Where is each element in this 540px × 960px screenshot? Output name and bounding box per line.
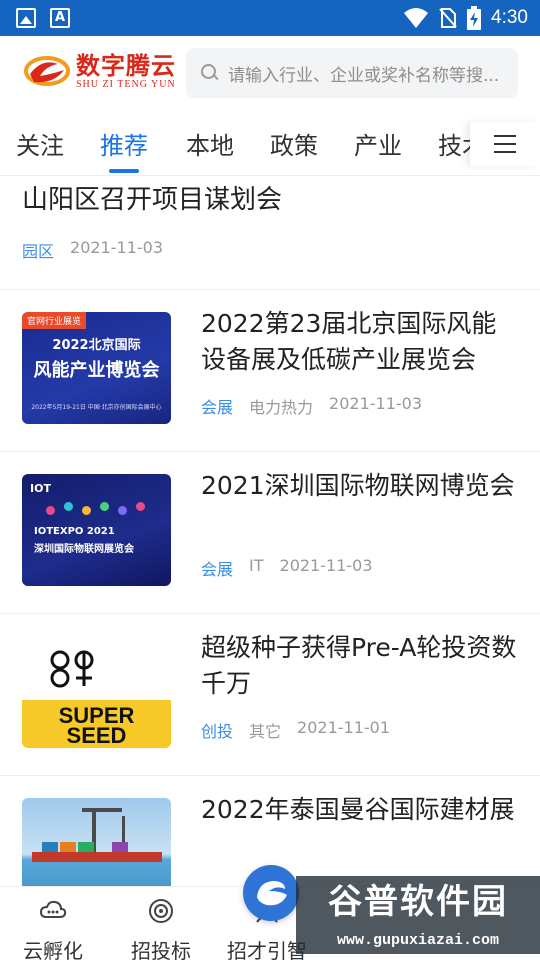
logo-mark-icon [24, 56, 70, 86]
item-date: 2021-11-01 [297, 718, 391, 737]
tab-policy[interactable]: 政策 [270, 126, 318, 161]
tab-label: 招投标 [131, 939, 191, 960]
thumb-line: 2022北京国际 [52, 338, 141, 353]
thumb-line: 风能产业博览会 [33, 360, 160, 381]
image-icon [16, 8, 36, 28]
thumb-logo: IOT [30, 482, 51, 495]
port-photo-icon [32, 808, 162, 862]
target-icon [149, 899, 173, 923]
item-tag: 电力热力 [249, 398, 314, 417]
item-title: 超级种子获得Pre-A轮投资数千万 [201, 633, 517, 698]
item-thumbnail: 官网行业展览 2022北京国际 风能产业博览会 2022年5月19-21日 中国… [22, 312, 171, 424]
search-placeholder: 请输入行业、企业或奖补名称等搜... [228, 65, 500, 86]
item-date: 2021-11-03 [70, 238, 163, 257]
decor-dot [100, 502, 109, 511]
tab-follow[interactable]: 关注 [16, 126, 64, 161]
thumb-line: 深圳国际物联网展览会 [34, 544, 134, 555]
item-thumbnail: SUPER SEED [22, 636, 171, 748]
list-item[interactable]: SUPER SEED 超级种子获得Pre-A轮投资数千万 创投 其它 2021-… [0, 614, 540, 776]
search-input[interactable]: 请输入行业、企业或奖补名称等搜... [186, 48, 518, 98]
watermark-url: www.gupuxiazai.com [296, 928, 540, 954]
watermark: 谷普软件园 www.gupuxiazai.com [296, 876, 540, 960]
tab-cloud-incubation[interactable]: 云孵化 [8, 887, 98, 960]
item-title: 2022第23届北京国际风能设备展及低碳产业展览会 [201, 309, 497, 374]
decor-dot [64, 502, 73, 511]
no-sim-icon [439, 8, 457, 28]
decor-dot [118, 506, 127, 515]
item-date: 2021-11-03 [329, 394, 423, 413]
thumb-line: IOTEXPO 2021 [34, 526, 115, 537]
item-category: 会展 [201, 398, 234, 417]
app-logo[interactable]: 数字腾云 SHU ZI TENG YUN [24, 52, 176, 90]
hamburger-menu-icon[interactable] [470, 122, 540, 166]
tab-bidding[interactable]: 招投标 [116, 887, 206, 960]
super-seed-logo-icon [50, 650, 94, 688]
thumb-line: SEED [66, 723, 127, 748]
logo-title: 数字腾云 [76, 50, 176, 80]
item-thumbnail: IOT IOTEXPO 2021 深圳国际物联网展览会 [22, 474, 171, 586]
item-category: 创投 [201, 722, 234, 741]
decor-dot [82, 506, 91, 515]
cloud-icon [39, 900, 67, 918]
tab-label: 云孵化 [23, 939, 83, 960]
status-time: 4:30 [491, 7, 528, 28]
thumb-wordmark: SUPER SEED [22, 705, 171, 748]
decor-dot [136, 502, 145, 511]
tab-local[interactable]: 本地 [186, 126, 234, 161]
battery-charging-icon [467, 6, 482, 30]
item-title: 2021深圳国际物联网博览会 [201, 471, 515, 500]
a-icon: A [50, 8, 70, 28]
thumb-badge: 官网行业展览 [22, 312, 87, 329]
list-item[interactable]: 官网行业展览 2022北京国际 风能产业博览会 2022年5月19-21日 中国… [0, 290, 540, 452]
item-title: 山阳区召开项目谋划会 [22, 185, 283, 215]
search-icon [200, 63, 220, 83]
news-feed[interactable]: 山阳区召开项目谋划会 园区 2021-11-03 官网行业展览 2022北京国际… [0, 176, 540, 886]
item-category: 会展 [201, 560, 234, 579]
item-thumbnail [22, 798, 171, 886]
list-item[interactable]: 山阳区召开项目谋划会 园区 2021-11-03 [0, 176, 540, 290]
item-title: 2022年泰国曼谷国际建材展 [201, 795, 515, 824]
app-logo-icon[interactable] [243, 865, 299, 921]
item-tag: IT [249, 556, 264, 575]
category-tabs: 关注 推荐 本地 政策 产业 技术 [0, 110, 540, 176]
tab-recommend[interactable]: 推荐 [100, 126, 148, 161]
item-date: 2021-11-03 [279, 556, 373, 575]
status-bar: A 4:30 [0, 0, 540, 36]
item-tag: 其它 [249, 722, 282, 741]
watermark-text: 谷普软件园 [296, 876, 540, 928]
logo-subtitle: SHU ZI TENG YUN [76, 78, 176, 90]
thumb-line: 2022年5月19-21日 中国·北京亦创国际会展中心 [31, 404, 162, 411]
tab-industry[interactable]: 产业 [354, 126, 402, 161]
active-tab-indicator [109, 169, 139, 173]
decor-dot [46, 506, 55, 515]
app-header: 数字腾云 SHU ZI TENG YUN 请输入行业、企业或奖补名称等搜... [0, 36, 540, 110]
wifi-icon [404, 8, 429, 28]
list-item[interactable]: IOT IOTEXPO 2021 深圳国际物联网展览会 2021深圳国际物联网博… [0, 452, 540, 614]
item-category: 园区 [22, 242, 55, 261]
